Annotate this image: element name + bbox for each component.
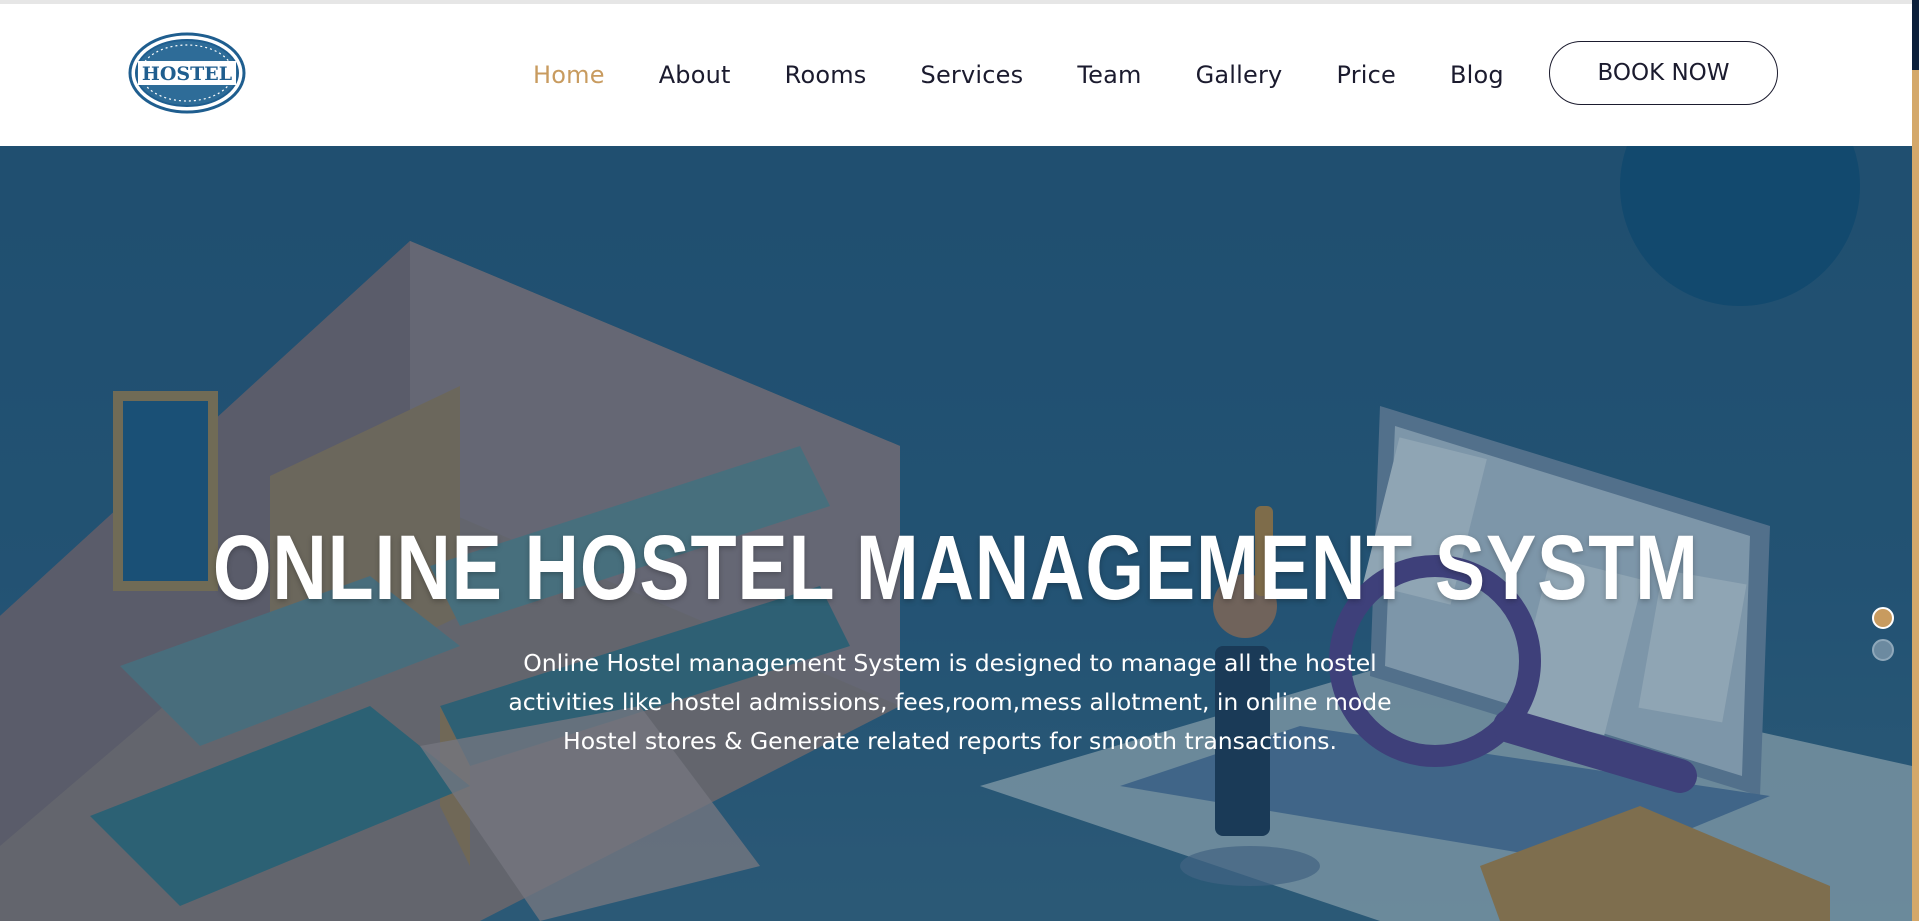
hero-description-line: Online Hostel management System is desig… bbox=[523, 649, 1377, 677]
hero-description: Online Hostel management System is desig… bbox=[460, 644, 1440, 761]
nav-price[interactable]: Price bbox=[1336, 61, 1396, 89]
slider-dot-1[interactable] bbox=[1872, 607, 1894, 629]
book-now-button[interactable]: BOOK NOW bbox=[1549, 41, 1778, 105]
nav-rooms[interactable]: Rooms bbox=[785, 61, 867, 89]
nav-blog[interactable]: Blog bbox=[1450, 61, 1504, 89]
nav-gallery[interactable]: Gallery bbox=[1196, 61, 1283, 89]
nav-team[interactable]: Team bbox=[1077, 61, 1141, 89]
slider-dots bbox=[1872, 607, 1894, 671]
slider-dot-2[interactable] bbox=[1872, 639, 1894, 661]
hostel-logo[interactable]: HOSTEL bbox=[128, 32, 246, 114]
nav-services[interactable]: Services bbox=[921, 61, 1024, 89]
logo-text: HOSTEL bbox=[142, 63, 232, 85]
main-nav: Home About Rooms Services Team Gallery P… bbox=[533, 4, 1558, 146]
scrollbar-thumb[interactable] bbox=[1912, 0, 1919, 70]
nav-home[interactable]: Home bbox=[533, 61, 605, 89]
scrollbar-track[interactable] bbox=[1912, 0, 1919, 921]
hero-title: ONLINE HOSTEL MANAGEMENT SYSTM bbox=[212, 517, 1699, 619]
nav-about[interactable]: About bbox=[659, 61, 731, 89]
hero-description-line: Hostel stores & Generate related reports… bbox=[563, 727, 1337, 755]
navbar: HOSTEL Home About Rooms Services Team Ga… bbox=[0, 4, 1912, 146]
hero-banner: ONLINE HOSTEL MANAGEMENT SYSTM Online Ho… bbox=[0, 146, 1912, 921]
hero-description-line: activities like hostel admissions, fees,… bbox=[508, 688, 1392, 716]
